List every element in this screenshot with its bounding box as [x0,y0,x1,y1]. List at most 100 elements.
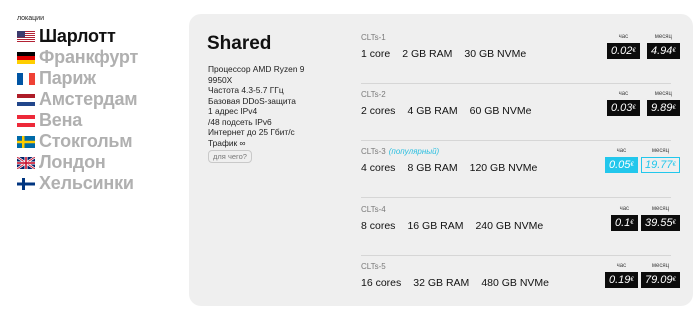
fr-flag-icon [17,72,35,85]
spec-traffic: Трафик ∞ [208,137,246,148]
location-name: Стокгольм [39,131,133,151]
location-name: Вена [39,110,83,130]
hourly-value: 0.05 [609,159,631,171]
currency-symbol: € [630,277,634,283]
hourly-label: час [618,91,629,97]
hourly-value: 0.03 [611,102,633,114]
location-name: Лондон [39,152,106,172]
monthly-label: месяц [651,148,670,154]
monthly-value: 79.09 [645,274,673,286]
tier-name: CLTs-1 [361,33,386,42]
location-name: Хельсинки [39,173,134,193]
currency-symbol: € [630,220,634,226]
monthly-value: 39.55 [645,217,673,229]
currency-symbol: € [672,220,676,226]
tier-row[interactable]: CLTs-2 2 cores 4 GB RAM 60 GB NVMe час 0.0… [361,90,680,142]
tier-ram: 2 GB RAM [402,48,453,60]
monthly-label: месяц [651,206,670,212]
tier-ram: 4 GB RAM [407,105,458,117]
locations-label: локации [17,15,44,22]
nl-flag-icon [17,93,35,106]
monthly-value: 4.94 [651,45,673,57]
divider [361,140,671,141]
location-item-charlotte[interactable]: Шарлотт [17,26,138,47]
tier-ram: 32 GB RAM [413,277,470,289]
us-flag-icon [17,30,35,43]
currency-symbol: € [672,277,676,283]
tier-cores: 16 cores [361,277,402,289]
tier-disk: 480 GB NVMe [481,277,550,289]
tier-disk: 120 GB NVMe [469,162,538,174]
spec-bandwidth: Интернет до 25 Гбит/с [208,127,295,137]
tier-name: CLTs-4 [361,205,386,214]
se-flag-icon [17,135,35,148]
at-flag-icon [17,114,35,127]
hourly-price: час 0.05€ [605,147,638,173]
tier-disk: 30 GB NVMe [464,48,527,60]
currency-symbol: € [672,162,676,168]
de-flag-icon [17,51,35,64]
tier-row[interactable]: CLTs-5 16 cores 32 GB RAM 480 GB NVMe час … [361,262,680,314]
popular-badge: (популярный) [388,147,440,156]
spec-cpu: Процессор AMD Ryzen 9 9950X [208,64,305,85]
why-button[interactable]: для чего? [208,150,252,163]
gb-flag-icon [17,156,35,169]
location-name: Амстердам [39,89,138,109]
hourly-label: час [616,148,627,154]
tier-disk: 60 GB NVMe [469,105,532,117]
monthly-value: 9.89 [651,102,673,114]
tier-cores: 2 cores [361,105,396,117]
location-name: Франкфурт [39,47,139,67]
location-item-amsterdam[interactable]: Амстердам [17,89,138,110]
monthly-value: 19.77 [645,159,673,171]
monthly-price: месяц 4.94€ [647,33,680,59]
location-list: Шарлотт Франкфурт Париж Амстердам Вена С… [17,26,138,194]
currency-symbol: € [672,105,676,111]
location-item-london[interactable]: Лондон [17,152,138,173]
tier-row[interactable]: CLTs-4 8 cores 16 GB RAM 240 GB NVMe час 0… [361,205,680,257]
currency-symbol: € [632,48,636,54]
hourly-value: 0.02 [611,45,633,57]
location-name: Париж [39,68,96,88]
tier-disk: 240 GB NVMe [475,220,544,232]
hourly-price: час 0.19€ [605,262,638,288]
tier-cores: 8 cores [361,220,396,232]
currency-symbol: € [672,48,676,54]
plan-title: Shared [207,33,272,54]
currency-symbol: € [630,162,634,168]
tier-name: CLTs-5 [361,262,386,271]
spec-ddos: Базовая DDoS-защита [208,95,296,106]
hourly-price: час 0.1€ [611,205,638,231]
spec-ipv6: /48 подсеть IPv6 [208,116,272,127]
divider [361,83,671,84]
tier-row[interactable]: CLTs-1 1 core 2 GB RAM 30 GB NVMe час 0.02… [361,33,680,85]
spec-ipv4: 1 адрес IPv4 [208,106,258,116]
monthly-price: месяц 39.55€ [641,205,680,231]
tier-row-popular[interactable]: CLTs-3 (популярный) 4 cores 8 GB RAM 120 GB… [361,147,680,199]
currency-symbol: € [632,105,636,111]
location-item-helsinki[interactable]: Хельсинки [17,173,138,194]
monthly-price: месяц 9.89€ [647,90,680,116]
monthly-label: месяц [654,91,672,97]
spec-frequency: Частота 4.3-5.7 ГГц [208,85,284,95]
monthly-price: месяц 19.77€ [641,147,680,173]
hourly-value: 0.19 [609,274,631,286]
hourly-value: 0.1 [615,217,631,229]
location-name: Шарлотт [39,26,116,46]
hourly-label: час [616,263,627,269]
tier-cores: 1 core [361,48,391,60]
hourly-label: час [618,34,629,40]
tier-name: CLTs-2 [361,90,386,99]
hourly-label: час [619,206,630,212]
location-item-vienna[interactable]: Вена [17,110,138,131]
location-item-paris[interactable]: Париж [17,68,138,89]
location-item-frankfurt[interactable]: Франкфурт [17,47,138,68]
tier-cores: 4 cores [361,162,396,174]
tier-name: CLTs-3 [361,147,386,156]
tier-ram: 16 GB RAM [407,220,464,232]
location-item-stockholm[interactable]: Стокгольм [17,131,138,152]
plan-panel: Shared Процессор AMD Ryzen 9 9950X Часто… [189,14,693,306]
monthly-price: месяц 79.09€ [641,262,680,288]
monthly-label: месяц [651,263,670,269]
tier-ram: 8 GB RAM [407,162,458,174]
